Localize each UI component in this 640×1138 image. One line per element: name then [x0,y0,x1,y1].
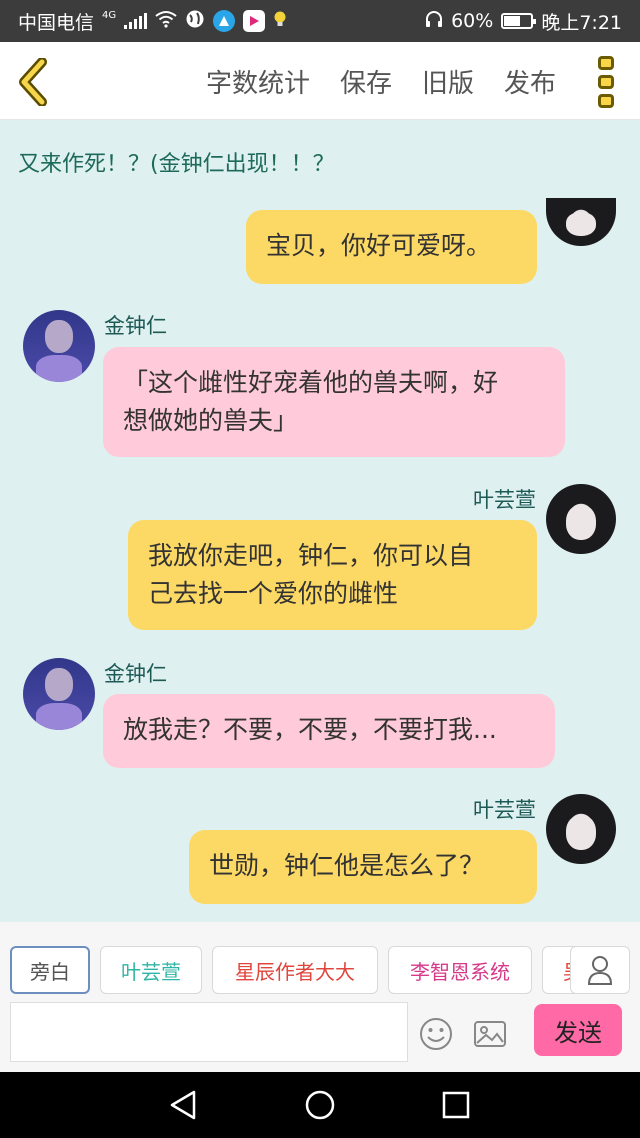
headphones-icon [425,10,443,33]
role-tab-narrator[interactable]: 旁白 [10,946,90,994]
globe-icon [185,9,205,34]
message-bubble[interactable]: 「这个雌性好宠着他的兽夫啊，好 想做她的兽夫」 [103,347,565,457]
role-label: 星辰作者大大 [235,959,355,984]
message-line: 我放你走吧，钟仁，你可以自 [148,541,474,570]
message-line: 「这个雌性好宠着他的兽夫啊，好 [123,368,499,397]
message-line: 己去找一个爱你的雌性 [148,579,399,608]
bulb-icon [273,10,287,33]
wifi-icon [155,10,177,33]
send-button[interactable]: 发送 [534,1004,622,1056]
triangle-back-icon[interactable] [164,1088,204,1122]
sender-name: 金钟仁 [104,314,167,338]
role-label: 叶芸萱 [121,959,181,984]
status-bar: 中国电信 4G 60% 晚上7:21 [0,0,640,42]
battery-icon [501,13,537,29]
narration-text: 又来作死！？(金钟仁出现！！？ [18,152,335,177]
avatar[interactable] [23,310,95,382]
message-bubble[interactable]: 宝贝，你好可爱呀。 [246,210,537,284]
message-line: 想做她的兽夫」 [123,406,299,435]
circle-home-icon[interactable] [300,1088,340,1122]
avatar[interactable] [546,794,616,864]
role-label: 李智恩系统 [410,959,510,984]
sender-name: 叶芸萱 [473,798,536,822]
editor-toolbar: 字数统计 保存 旧版 发布 [0,42,640,120]
message-bubble[interactable]: 放我走？不要，不要，不要打我... [103,694,555,768]
role-tab[interactable]: 李智恩系统 [388,946,532,994]
toolbar-actions: 字数统计 保存 旧版 发布 [206,42,556,120]
role-tab[interactable]: 叶芸萱 [100,946,202,994]
signal-icon [124,13,148,29]
message-input[interactable] [10,1002,408,1062]
browser-app-icon [213,10,236,32]
sender-name: 叶芸萱 [473,488,536,512]
save-button[interactable]: 保存 [340,63,392,100]
video-app-icon [243,10,266,32]
message-bubble[interactable]: 世勋，钟仁他是怎么了？ [189,830,537,904]
role-tab[interactable]: 星辰作者大大 [212,946,378,994]
image-icon[interactable] [472,1016,508,1052]
chat-area[interactable]: 又来作死！？(金钟仁出现！！？ 宝贝，你好可爱呀。 金钟仁 「这个雌性好宠着他的… [0,120,640,922]
user-icon[interactable] [570,946,630,994]
chevron-left-icon[interactable] [14,57,54,107]
role-label: 旁白 [30,959,70,984]
word-count-button[interactable]: 字数统计 [206,63,310,100]
message-bubble[interactable]: 我放你走吧，钟仁，你可以自 己去找一个爱你的雌性 [128,520,537,630]
sender-name: 金钟仁 [104,662,167,686]
battery-percent: 60% [451,10,494,32]
avatar[interactable] [546,484,616,554]
clock: 晚上7:21 [541,11,622,34]
carrier-label: 中国电信 [18,11,95,34]
old-version-button[interactable]: 旧版 [422,63,474,100]
square-recent-icon[interactable] [436,1088,476,1122]
avatar[interactable] [23,658,95,730]
composer-panel: 旁白 叶芸萱 星辰作者大大 李智恩系统 吴 发送 [0,922,640,1072]
avatar[interactable] [546,198,616,246]
system-nav-bar [0,1072,640,1138]
network-type-label: 4G [102,9,117,21]
more-vertical-icon[interactable] [598,56,616,108]
emoji-icon[interactable] [418,1016,454,1052]
publish-button[interactable]: 发布 [504,63,556,100]
